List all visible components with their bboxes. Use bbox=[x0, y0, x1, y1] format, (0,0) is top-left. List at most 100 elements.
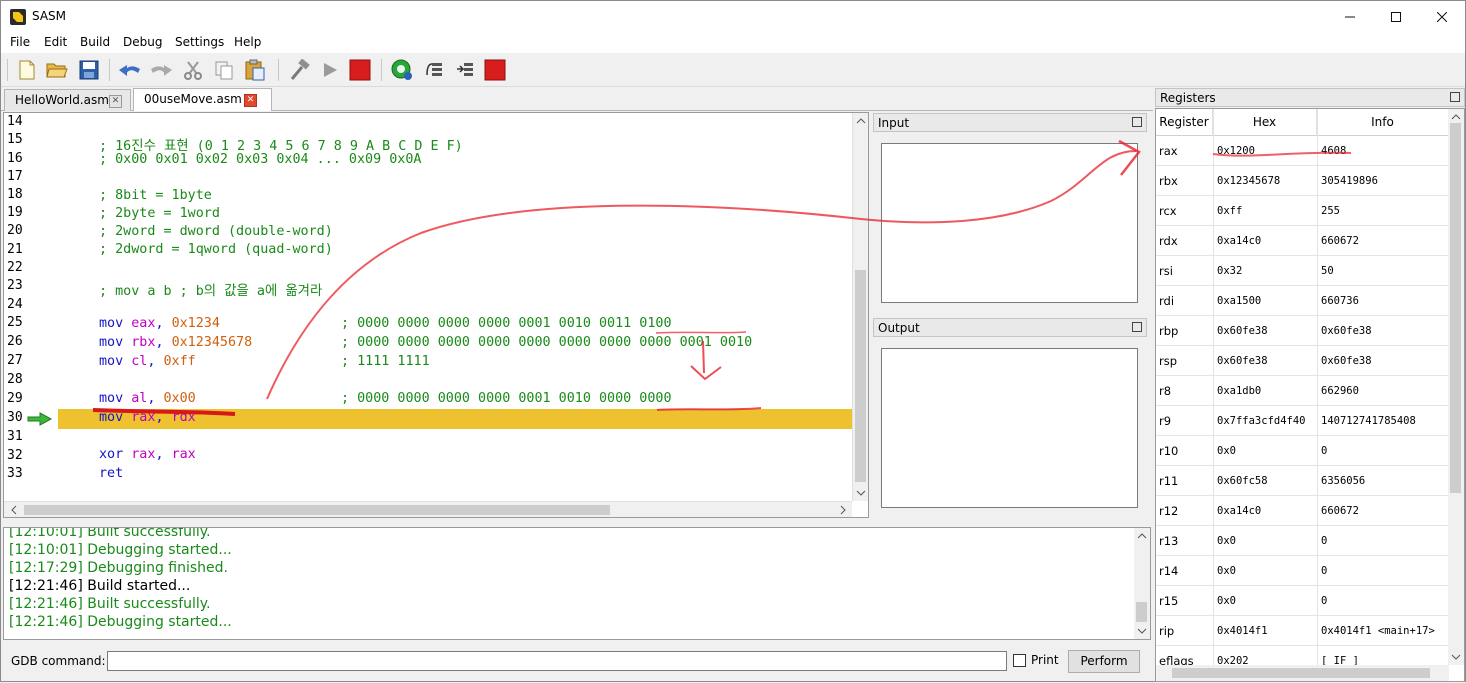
scroll-down-icon bbox=[1137, 628, 1147, 634]
log-line: [12:21:46] Build started... bbox=[9, 578, 191, 594]
register-row-rax[interactable]: rax 0x1200 4608 bbox=[1156, 136, 1449, 166]
menu-bar: File Edit Build Debug Settings Help bbox=[1, 32, 1465, 53]
tab-close-icon[interactable]: ✕ bbox=[109, 95, 122, 108]
col-header-register[interactable]: Register bbox=[1156, 109, 1213, 136]
register-row-r15[interactable]: r15 0x0 0 bbox=[1156, 586, 1449, 616]
tab-close-icon[interactable]: ✕ bbox=[244, 94, 257, 107]
menu-settings[interactable]: Settings bbox=[175, 35, 224, 49]
scroll-thumb[interactable] bbox=[1450, 123, 1461, 493]
perform-button[interactable]: Perform bbox=[1068, 650, 1140, 673]
toolbar-grip bbox=[7, 59, 8, 81]
registers-vertical-scrollbar[interactable] bbox=[1448, 109, 1464, 665]
undo-button[interactable] bbox=[118, 58, 142, 82]
debug-stop-button[interactable] bbox=[483, 58, 507, 82]
scroll-thumb[interactable] bbox=[1136, 602, 1147, 622]
close-button[interactable] bbox=[1419, 1, 1465, 32]
menu-edit[interactable]: Edit bbox=[44, 35, 67, 49]
line-number: 24 bbox=[7, 297, 23, 312]
col-header-info[interactable]: Info bbox=[1317, 109, 1449, 136]
log-scrollbar[interactable] bbox=[1134, 528, 1150, 639]
register-row-r14[interactable]: r14 0x0 0 bbox=[1156, 556, 1449, 586]
tab-helloworld[interactable]: HelloWorld.asm ✕ bbox=[4, 89, 131, 111]
register-info-cell: 0 bbox=[1321, 535, 1328, 547]
register-row-r11[interactable]: r11 0x60fc58 6356056 bbox=[1156, 466, 1449, 496]
minimize-icon bbox=[1345, 16, 1355, 17]
register-name-cell: r12 bbox=[1159, 504, 1179, 518]
save-button[interactable] bbox=[77, 58, 101, 82]
register-name-cell: r13 bbox=[1159, 534, 1179, 548]
register-row-rdi[interactable]: rdi 0xa1500 660736 bbox=[1156, 286, 1449, 316]
register-row-r13[interactable]: r13 0x0 0 bbox=[1156, 526, 1449, 556]
run-button[interactable] bbox=[318, 58, 342, 82]
register-name-cell: r15 bbox=[1159, 594, 1179, 608]
minimize-button[interactable] bbox=[1327, 1, 1373, 32]
register-row-rbp[interactable]: rbp 0x60fe38 0x60fe38 bbox=[1156, 316, 1449, 346]
float-pane-icon[interactable] bbox=[1450, 92, 1460, 102]
editor-horizontal-scrollbar[interactable] bbox=[4, 501, 852, 517]
col-header-hex[interactable]: Hex bbox=[1213, 109, 1317, 136]
cut-button[interactable] bbox=[181, 58, 205, 82]
register-row-r9[interactable]: r9 0x7ffa3cfd4f40 140712741785408 bbox=[1156, 406, 1449, 436]
register-info-cell: 660672 bbox=[1321, 505, 1359, 517]
register-row-rip[interactable]: rip 0x4014f1 0x4014f1 <main+17> bbox=[1156, 616, 1449, 646]
step-into-button[interactable] bbox=[453, 58, 477, 82]
register-name-cell: rbx bbox=[1159, 174, 1178, 188]
register-row-r10[interactable]: r10 0x0 0 bbox=[1156, 436, 1449, 466]
float-pane-icon[interactable] bbox=[1132, 322, 1142, 332]
register-name-cell: rsi bbox=[1159, 264, 1173, 278]
menu-debug[interactable]: Debug bbox=[123, 35, 162, 49]
menu-build[interactable]: Build bbox=[80, 35, 110, 49]
register-token: rax bbox=[171, 447, 196, 462]
redo-button[interactable] bbox=[149, 58, 173, 82]
scroll-thumb[interactable] bbox=[24, 505, 610, 515]
toolbar-separator bbox=[278, 59, 279, 81]
code-editor[interactable]: 14 15 16 17 18 19 20 21 22 23 24 25 26 2… bbox=[3, 112, 869, 518]
register-name-cell: r9 bbox=[1159, 414, 1172, 428]
maximize-button[interactable] bbox=[1373, 1, 1419, 32]
keyword: mov bbox=[99, 335, 124, 350]
input-textbox[interactable] bbox=[881, 143, 1138, 303]
register-row-r12[interactable]: r12 0xa14c0 660672 bbox=[1156, 496, 1449, 526]
float-pane-icon[interactable] bbox=[1132, 117, 1142, 127]
scroll-left-icon bbox=[11, 505, 17, 515]
line-number: 31 bbox=[7, 429, 23, 444]
register-hex-cell: 0xa1500 bbox=[1217, 295, 1262, 307]
gdb-command-input[interactable] bbox=[107, 651, 1007, 671]
open-button[interactable] bbox=[45, 58, 69, 82]
editor-vertical-scrollbar[interactable] bbox=[852, 113, 868, 501]
line-number: 30 bbox=[7, 410, 23, 425]
register-info-cell: 0x4014f1 <main+17> bbox=[1321, 625, 1435, 637]
tab-00usemove[interactable]: 00useMove.asm ✕ bbox=[133, 88, 272, 111]
register-token: cl bbox=[131, 354, 148, 369]
register-row-rdx[interactable]: rdx 0xa14c0 660672 bbox=[1156, 226, 1449, 256]
register-info-cell: 660736 bbox=[1321, 295, 1359, 307]
code-line-30: mov rax, rdx bbox=[99, 410, 196, 425]
scroll-thumb[interactable] bbox=[1172, 668, 1430, 678]
menu-help[interactable]: Help bbox=[234, 35, 261, 49]
print-checkbox[interactable] bbox=[1013, 654, 1026, 667]
input-pane-title: Input bbox=[873, 113, 1147, 132]
new-file-button[interactable] bbox=[15, 58, 39, 82]
register-row-r8[interactable]: r8 0xa1db0 662960 bbox=[1156, 376, 1449, 406]
scroll-thumb[interactable] bbox=[855, 270, 866, 482]
build-button[interactable] bbox=[287, 58, 311, 82]
register-row-rsi[interactable]: rsi 0x32 50 bbox=[1156, 256, 1449, 286]
debug-button[interactable] bbox=[390, 58, 414, 82]
code-line-23: ; mov a b ; b의 값을 a에 옮겨라 bbox=[99, 284, 323, 299]
stop-button[interactable] bbox=[348, 58, 372, 82]
paste-button[interactable] bbox=[243, 58, 267, 82]
menu-file[interactable]: File bbox=[10, 35, 30, 49]
registers-horizontal-scrollbar[interactable] bbox=[1156, 665, 1449, 681]
register-row-rbx[interactable]: rbx 0x12345678 305419896 bbox=[1156, 166, 1449, 196]
register-hex-cell: 0x0 bbox=[1217, 595, 1236, 607]
register-hex-cell: 0x60fe38 bbox=[1217, 355, 1268, 367]
register-name-cell: r14 bbox=[1159, 564, 1179, 578]
step-over-button[interactable] bbox=[423, 58, 447, 82]
code-line-21: ; 2dword = 1qword (quad-word) bbox=[99, 242, 333, 257]
register-hex-cell: 0x7ffa3cfd4f40 bbox=[1217, 415, 1306, 427]
register-row-rsp[interactable]: rsp 0x60fe38 0x60fe38 bbox=[1156, 346, 1449, 376]
register-token: eax bbox=[131, 316, 156, 331]
copy-button[interactable] bbox=[212, 58, 236, 82]
register-hex-cell: 0x0 bbox=[1217, 535, 1236, 547]
register-row-rcx[interactable]: rcx 0xff 255 bbox=[1156, 196, 1449, 226]
